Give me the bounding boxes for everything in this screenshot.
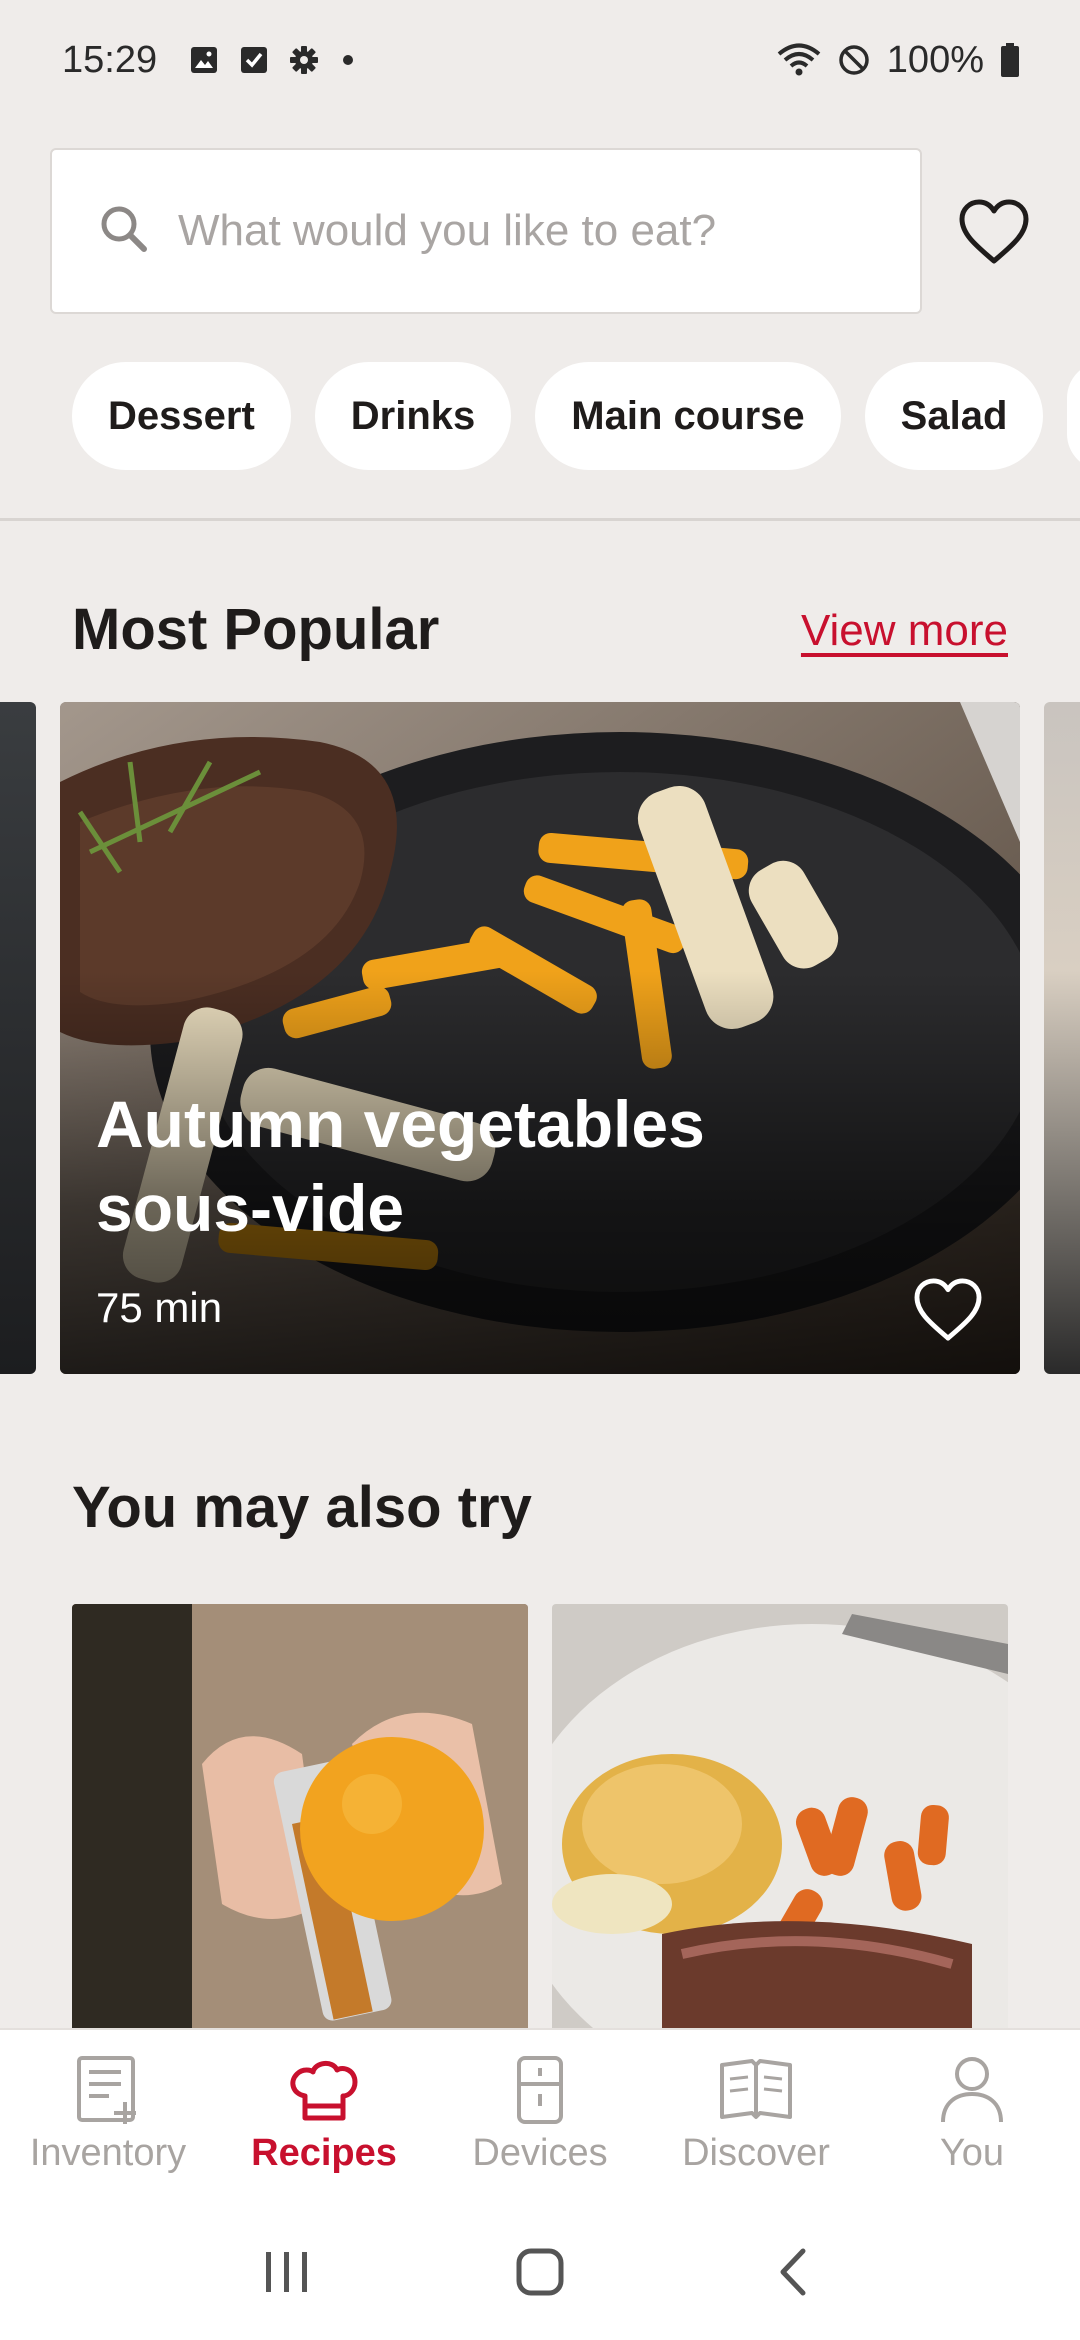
view-more-link[interactable]: View more xyxy=(801,606,1008,656)
most-popular-title: Most Popular xyxy=(72,597,440,662)
featured-recipe-title: Autumn vegetables sous-vide xyxy=(96,1087,705,1245)
status-left: 15:29 xyxy=(62,38,354,82)
recipe-image xyxy=(72,1604,528,2028)
featured-recipe-time: 75 min xyxy=(96,1284,223,1331)
nav-inventory[interactable]: Inventory xyxy=(0,2030,216,2206)
chip-main-course[interactable]: Main course xyxy=(535,362,841,470)
battery-percent: 100% xyxy=(886,38,984,81)
search-box[interactable] xyxy=(50,148,922,314)
notification-dot xyxy=(343,55,354,65)
search-input[interactable] xyxy=(178,206,898,256)
category-chips: Dessert Drinks Main course Salad xyxy=(72,362,1080,470)
chip-dessert[interactable]: Dessert xyxy=(72,362,291,470)
featured-favorite-button[interactable] xyxy=(908,1270,988,1350)
recipe-card-1[interactable] xyxy=(72,1604,528,2028)
back-icon xyxy=(780,2248,806,2296)
inventory-icon xyxy=(70,2052,146,2128)
favorites-button[interactable] xyxy=(952,190,1036,274)
person-icon xyxy=(934,2052,1010,2128)
system-nav-bar xyxy=(0,2204,1080,2340)
status-time: 15:29 xyxy=(62,38,158,81)
back-button[interactable] xyxy=(753,2232,833,2312)
no-disturb-icon xyxy=(837,43,871,77)
nav-label: Recipes xyxy=(251,2132,397,2174)
nav-label: You xyxy=(939,2132,1005,2174)
nav-discover[interactable]: Discover xyxy=(648,2030,864,2206)
also-try-title: You may also try xyxy=(72,1475,532,1540)
recent-apps-button[interactable] xyxy=(247,2232,327,2312)
featured-recipe-card[interactable]: Autumn vegetables sous-vide 75 min xyxy=(60,702,1020,1374)
recent-apps-icon xyxy=(265,2252,307,2292)
status-bar: 15:29 100% xyxy=(0,0,1080,120)
status-right: 100% xyxy=(777,39,1020,82)
fridge-icon xyxy=(502,2052,578,2128)
wifi-icon xyxy=(777,43,821,77)
checkbox-icon xyxy=(237,43,271,77)
nav-devices[interactable]: Devices xyxy=(432,2030,648,2206)
bottom-nav: Inventory Recipes Devices Discover You xyxy=(0,2028,1080,2204)
book-icon xyxy=(718,2052,794,2128)
image-shade xyxy=(60,702,1020,1374)
nav-recipes[interactable]: Recipes xyxy=(216,2030,432,2206)
heart-icon xyxy=(959,199,1029,264)
chip-more[interactable] xyxy=(1067,362,1080,470)
recipe-image xyxy=(552,1604,1008,2028)
recipe-card-2[interactable] xyxy=(552,1604,1008,2028)
chip-salad[interactable]: Salad xyxy=(864,362,1044,470)
gear-icon xyxy=(287,43,321,77)
prev-card-peek[interactable] xyxy=(0,702,36,1374)
search-icon xyxy=(98,203,150,260)
home-button[interactable] xyxy=(500,2232,580,2312)
nav-label: Inventory xyxy=(29,2132,187,2174)
chef-hat-icon xyxy=(286,2052,362,2128)
heart-icon xyxy=(914,1278,982,1341)
next-card-peek[interactable] xyxy=(1044,702,1080,1374)
gallery-icon xyxy=(187,43,221,77)
chip-drinks[interactable]: Drinks xyxy=(314,362,512,470)
home-icon xyxy=(516,2248,564,2296)
nav-label: Discover xyxy=(682,2132,830,2174)
nav-you[interactable]: You xyxy=(864,2030,1080,2206)
divider xyxy=(0,518,1080,521)
battery-icon xyxy=(1000,43,1020,77)
nav-label: Devices xyxy=(472,2132,608,2174)
